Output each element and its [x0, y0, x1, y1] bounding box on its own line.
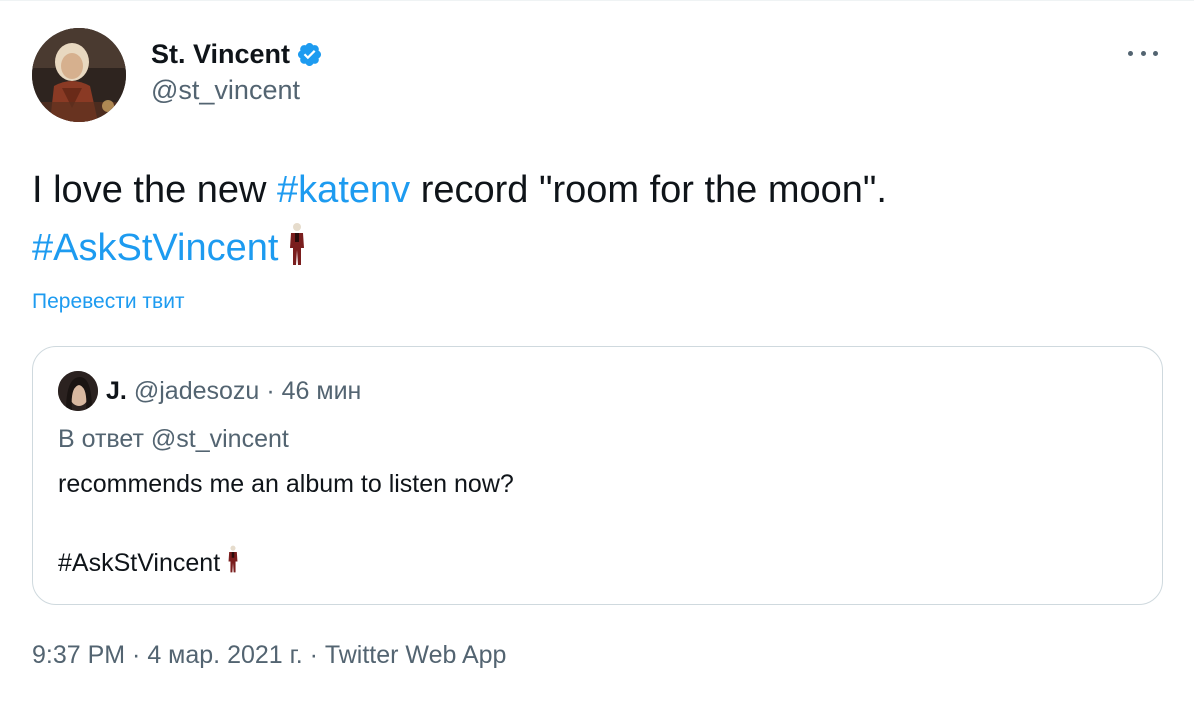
footer-separator: · [125, 641, 148, 669]
quoted-separator: · [266, 376, 275, 405]
footer-separator: · [302, 641, 325, 669]
quoted-reply-to: В ответ @st_vincent [58, 425, 289, 453]
quoted-body-line: recommends me an album to listen now? [58, 470, 514, 498]
verified-badge-icon [296, 41, 323, 68]
quoted-body-hashtag-line: #AskStVincent [58, 544, 240, 581]
suited-figure-emoji [226, 544, 240, 581]
quoted-time: 46 мин [281, 376, 362, 405]
quoted-tweet-header: J. @jadesozu · 46 мин [58, 369, 361, 413]
quoted-author-avatar [58, 371, 98, 411]
hashtag-link[interactable]: #katenv [277, 169, 410, 211]
more-dot [1153, 50, 1158, 56]
more-dot [1140, 50, 1146, 56]
author-handle[interactable]: @st_vincent [151, 75, 323, 106]
tweet-footer: 9:37 PM · 4 мар. 2021 г. · Twitter Web A… [32, 641, 506, 670]
tweet-text-part: I love the new [32, 169, 278, 211]
author-name-row: St. Vincent [151, 35, 323, 73]
hashtag-link[interactable]: #AskStVincent [32, 227, 278, 269]
tweet-source[interactable]: Twitter Web App [325, 641, 507, 669]
quoted-author-handle: @jadesozu [133, 376, 260, 405]
tweet-text-part: record "room for the moon". [410, 169, 887, 211]
tweet-text: I love the new #katenv record "room for … [32, 161, 1162, 283]
author-block: St. Vincent @st_vincent [151, 35, 323, 106]
quoted-tweet[interactable]: J. @jadesozu · 46 мин В ответ @st_vincen… [32, 346, 1163, 605]
quoted-author-name: J. [106, 376, 127, 405]
tweet-date[interactable]: 4 мар. 2021 г. [147, 641, 302, 669]
author-avatar[interactable] [32, 28, 126, 122]
more-dots-icon[interactable] [1128, 43, 1158, 63]
translate-tweet-link[interactable]: Перевести твит [32, 290, 185, 314]
tweet-card: St. Vincent @st_vincent I love the new #… [0, 0, 1194, 706]
tweet-time[interactable]: 9:37 PM [32, 641, 125, 669]
quoted-hashtag: #AskStVincent [58, 548, 221, 577]
suited-figure-emoji [286, 222, 308, 283]
more-dot [1128, 50, 1133, 56]
author-name[interactable]: St. Vincent [151, 39, 290, 70]
